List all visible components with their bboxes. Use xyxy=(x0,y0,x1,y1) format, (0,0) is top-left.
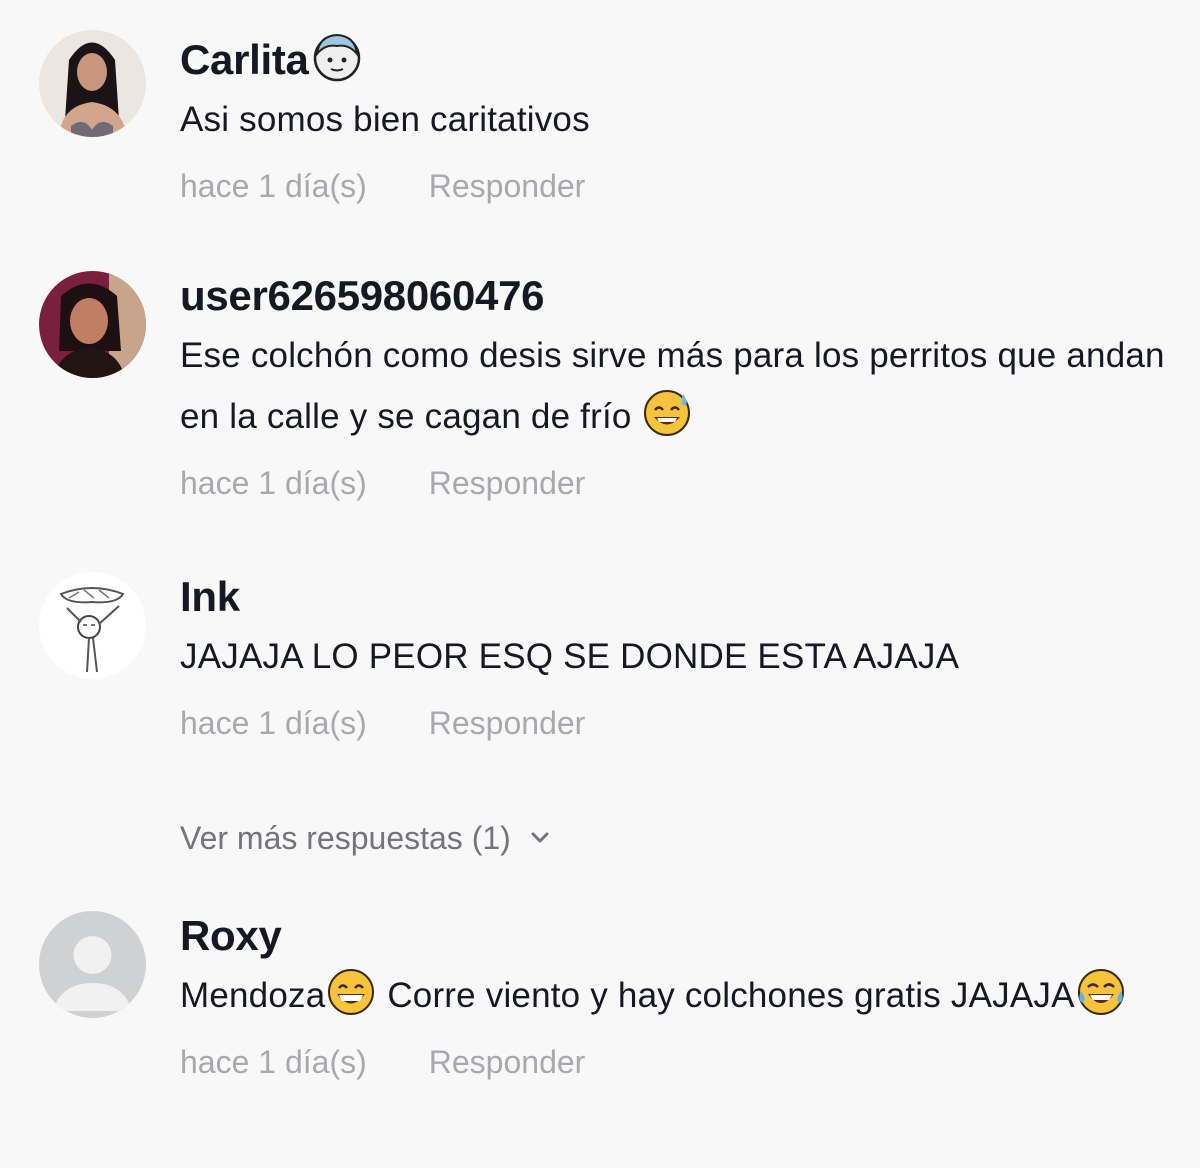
reply-button[interactable]: Responder xyxy=(429,703,586,743)
comment-meta: hace 1 día(s) Responder xyxy=(180,703,1170,743)
reply-button[interactable]: Responder xyxy=(429,1042,586,1082)
grinning-sweat-emoji-icon xyxy=(641,386,693,438)
comment-text: Mendoza Corre viento y hay colchones gra… xyxy=(180,965,1170,1026)
comment-meta: hace 1 día(s) Responder xyxy=(180,463,1170,503)
reply-button[interactable]: Responder xyxy=(429,463,586,503)
beaming-face-emoji-icon xyxy=(325,965,377,1017)
comment-text: JAJAJA LO PEOR ESQ SE DONDE ESTA AJAJA xyxy=(180,637,960,676)
comment-timestamp: hace 1 día(s) xyxy=(180,168,367,204)
avatar[interactable] xyxy=(39,271,146,378)
comment-content: user626598060476 Ese colchón como desis … xyxy=(180,271,1170,503)
comment-text: Asi somos bien caritativos xyxy=(180,100,590,139)
comment-username[interactable]: Roxy xyxy=(180,911,1170,961)
avatar[interactable] xyxy=(39,30,146,137)
reply-button[interactable]: Responder xyxy=(429,166,586,206)
comment-username[interactable]: Carlita xyxy=(180,30,1170,85)
avatar[interactable] xyxy=(39,911,146,1018)
comment-username[interactable]: Ink xyxy=(180,572,1170,622)
avatar-photo-icon xyxy=(39,30,146,137)
avatar-sketch-icon xyxy=(39,572,146,679)
comment-meta: hace 1 día(s) Responder xyxy=(180,166,1170,206)
comment-meta: hace 1 día(s) Responder xyxy=(180,1042,1170,1082)
tears-of-joy-emoji-icon xyxy=(1075,965,1127,1017)
comment-content: Ink JAJAJA LO PEOR ESQ SE DONDE ESTA AJA… xyxy=(180,572,1170,743)
avatar-photo-icon xyxy=(39,271,146,378)
default-avatar-icon xyxy=(39,911,146,1018)
view-more-replies-label: Ver más respuestas (1) xyxy=(180,820,511,856)
comment-list: Carlita Asi somos bien caritativos hace … xyxy=(0,0,1200,1168)
comment-content: Carlita Asi somos bien caritativos hace … xyxy=(180,30,1170,206)
woman-face-emoji-icon xyxy=(311,30,363,82)
comment-username[interactable]: user626598060476 xyxy=(180,271,1170,321)
avatar[interactable] xyxy=(39,572,146,679)
view-more-replies-button[interactable]: Ver más respuestas (1) xyxy=(180,818,553,858)
comment-timestamp: hace 1 día(s) xyxy=(180,705,367,741)
comment-timestamp: hace 1 día(s) xyxy=(180,465,367,501)
comment-timestamp: hace 1 día(s) xyxy=(180,1044,367,1080)
chevron-down-icon xyxy=(531,832,549,843)
comment-text: Ese colchón como desis sirve más para lo… xyxy=(180,336,1165,438)
comment-content: Roxy Mendoza Corre viento y hay colchone… xyxy=(180,911,1170,1082)
